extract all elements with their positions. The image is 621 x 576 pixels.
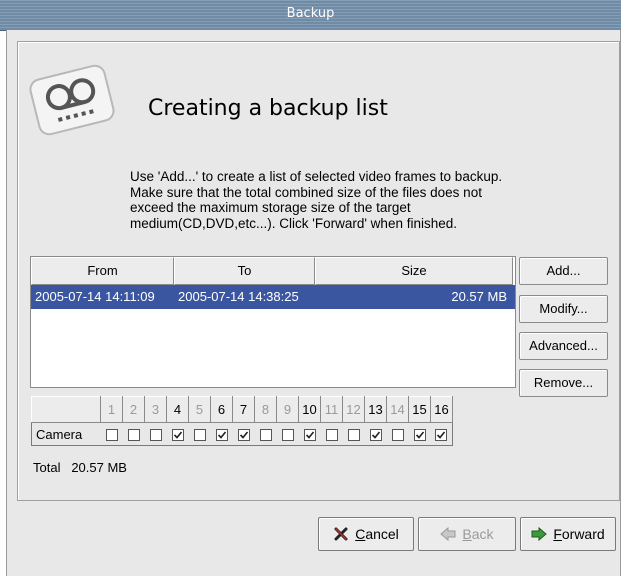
forward-arrow-icon [531, 526, 548, 542]
cell-from: 2005-07-14 14:11:09 [35, 289, 155, 304]
forward-mnemonic: F [553, 526, 562, 542]
add-button[interactable]: Add... [519, 257, 608, 285]
back-button[interactable]: Back [418, 517, 516, 551]
channel-header-6: 6 [210, 396, 233, 423]
window-titlebar[interactable]: Backup [0, 0, 621, 31]
camera-cell-6 [211, 423, 233, 446]
back-label: Back [462, 526, 493, 542]
camera-checkbox-1[interactable] [105, 429, 118, 442]
channel-header-14: 14 [386, 396, 409, 423]
cell-size: 20.57 MB [451, 289, 507, 304]
camera-cell-1 [101, 423, 123, 446]
back-arrow-icon [440, 526, 456, 542]
camera-row-label: Camera [36, 426, 83, 442]
checkmark-icon [305, 431, 314, 439]
camera-cell-16 [431, 423, 453, 446]
window-title: Backup [286, 6, 335, 21]
grid-corner [31, 396, 101, 423]
channel-header-7: 7 [232, 396, 255, 423]
advanced-button[interactable]: Advanced... [519, 332, 608, 360]
channel-header-10: 10 [298, 396, 321, 423]
channel-header-9: 9 [276, 396, 299, 423]
backup-list[interactable]: From To Size 2005-07-14 14:11:09 2005-07… [30, 256, 516, 388]
checkmark-icon [217, 431, 226, 439]
camera-cell-8 [255, 423, 277, 446]
camera-channel-grid: 1 2 3 4 5 6 7 8 9 10 11 12 13 14 15 16 Camera [31, 396, 453, 446]
camera-checkbox-6[interactable] [215, 429, 228, 442]
forward-rest: orward [561, 526, 605, 542]
channel-header-12: 12 [342, 396, 365, 423]
camera-checkbox-15[interactable] [413, 429, 426, 442]
tape-icon [29, 64, 115, 136]
camera-cell-13 [365, 423, 387, 446]
camera-checkbox-8[interactable] [259, 429, 272, 442]
camera-cell-4 [167, 423, 189, 446]
camera-checkbox-9[interactable] [281, 429, 294, 442]
total-label: Total [33, 460, 61, 475]
camera-checkbox-7[interactable] [237, 429, 250, 442]
remove-button[interactable]: Remove... [519, 369, 608, 397]
channel-header-8: 8 [254, 396, 277, 423]
checkmark-icon [415, 431, 424, 439]
cancel-button[interactable]: Cancel [318, 517, 414, 551]
camera-cell-12 [343, 423, 365, 446]
checkmark-icon [173, 431, 182, 439]
camera-checkbox-11[interactable] [325, 429, 338, 442]
channel-header-15: 15 [408, 396, 431, 423]
channel-header-5: 5 [188, 396, 211, 423]
camera-checkbox-14[interactable] [391, 429, 404, 442]
column-header-size[interactable]: Size [315, 257, 513, 285]
cancel-mnemonic: C [355, 526, 366, 542]
camera-cell-15 [409, 423, 431, 446]
camera-checkbox-4[interactable] [171, 429, 184, 442]
checkmark-icon [437, 431, 446, 439]
camera-checkbox-12[interactable] [347, 429, 360, 442]
channel-header-16: 16 [430, 396, 453, 423]
camera-checkbox-16[interactable] [435, 429, 448, 442]
forward-label: Forward [553, 526, 604, 542]
cancel-label: Cancel [355, 526, 399, 542]
back-mnemonic: B [462, 526, 472, 542]
channel-header-3: 3 [144, 396, 167, 423]
camera-cell-5 [189, 423, 211, 446]
forward-button[interactable]: Forward [520, 517, 616, 551]
checkmark-icon [371, 431, 380, 439]
channel-header-2: 2 [122, 396, 145, 423]
modify-button[interactable]: Modify... [519, 295, 608, 323]
list-header: From To Size [31, 257, 515, 285]
camera-cell-2 [123, 423, 145, 446]
checkmark-icon [239, 431, 248, 439]
camera-cell-3 [145, 423, 167, 446]
camera-cell-11 [321, 423, 343, 446]
camera-checkbox-2[interactable] [127, 429, 140, 442]
camera-cell-14 [387, 423, 409, 446]
camera-cell-9 [277, 423, 299, 446]
column-header-from[interactable]: From [31, 257, 174, 285]
cancel-x-icon [334, 527, 348, 541]
total-size: Total 20.57 MB [33, 460, 127, 475]
instructions-text: Use 'Add...' to create a list of selecte… [130, 169, 503, 231]
channel-header-11: 11 [320, 396, 343, 423]
column-header-to[interactable]: To [174, 257, 315, 285]
cancel-rest: ancel [365, 526, 399, 542]
camera-cell-10 [299, 423, 321, 446]
camera-checkbox-10[interactable] [303, 429, 316, 442]
camera-cell-7 [233, 423, 255, 446]
total-value: 20.57 MB [71, 460, 127, 475]
back-rest: ack [471, 526, 494, 542]
page-title: Creating a backup list [148, 96, 388, 121]
cell-to: 2005-07-14 14:38:25 [178, 289, 299, 304]
camera-checkbox-3[interactable] [149, 429, 162, 442]
channel-header-1: 1 [100, 396, 123, 423]
camera-checkbox-5[interactable] [193, 429, 206, 442]
channel-header-4: 4 [166, 396, 189, 423]
camera-checkbox-13[interactable] [369, 429, 382, 442]
list-row[interactable]: 2005-07-14 14:11:09 2005-07-14 14:38:25 … [31, 285, 515, 309]
channel-header-13: 13 [364, 396, 387, 423]
